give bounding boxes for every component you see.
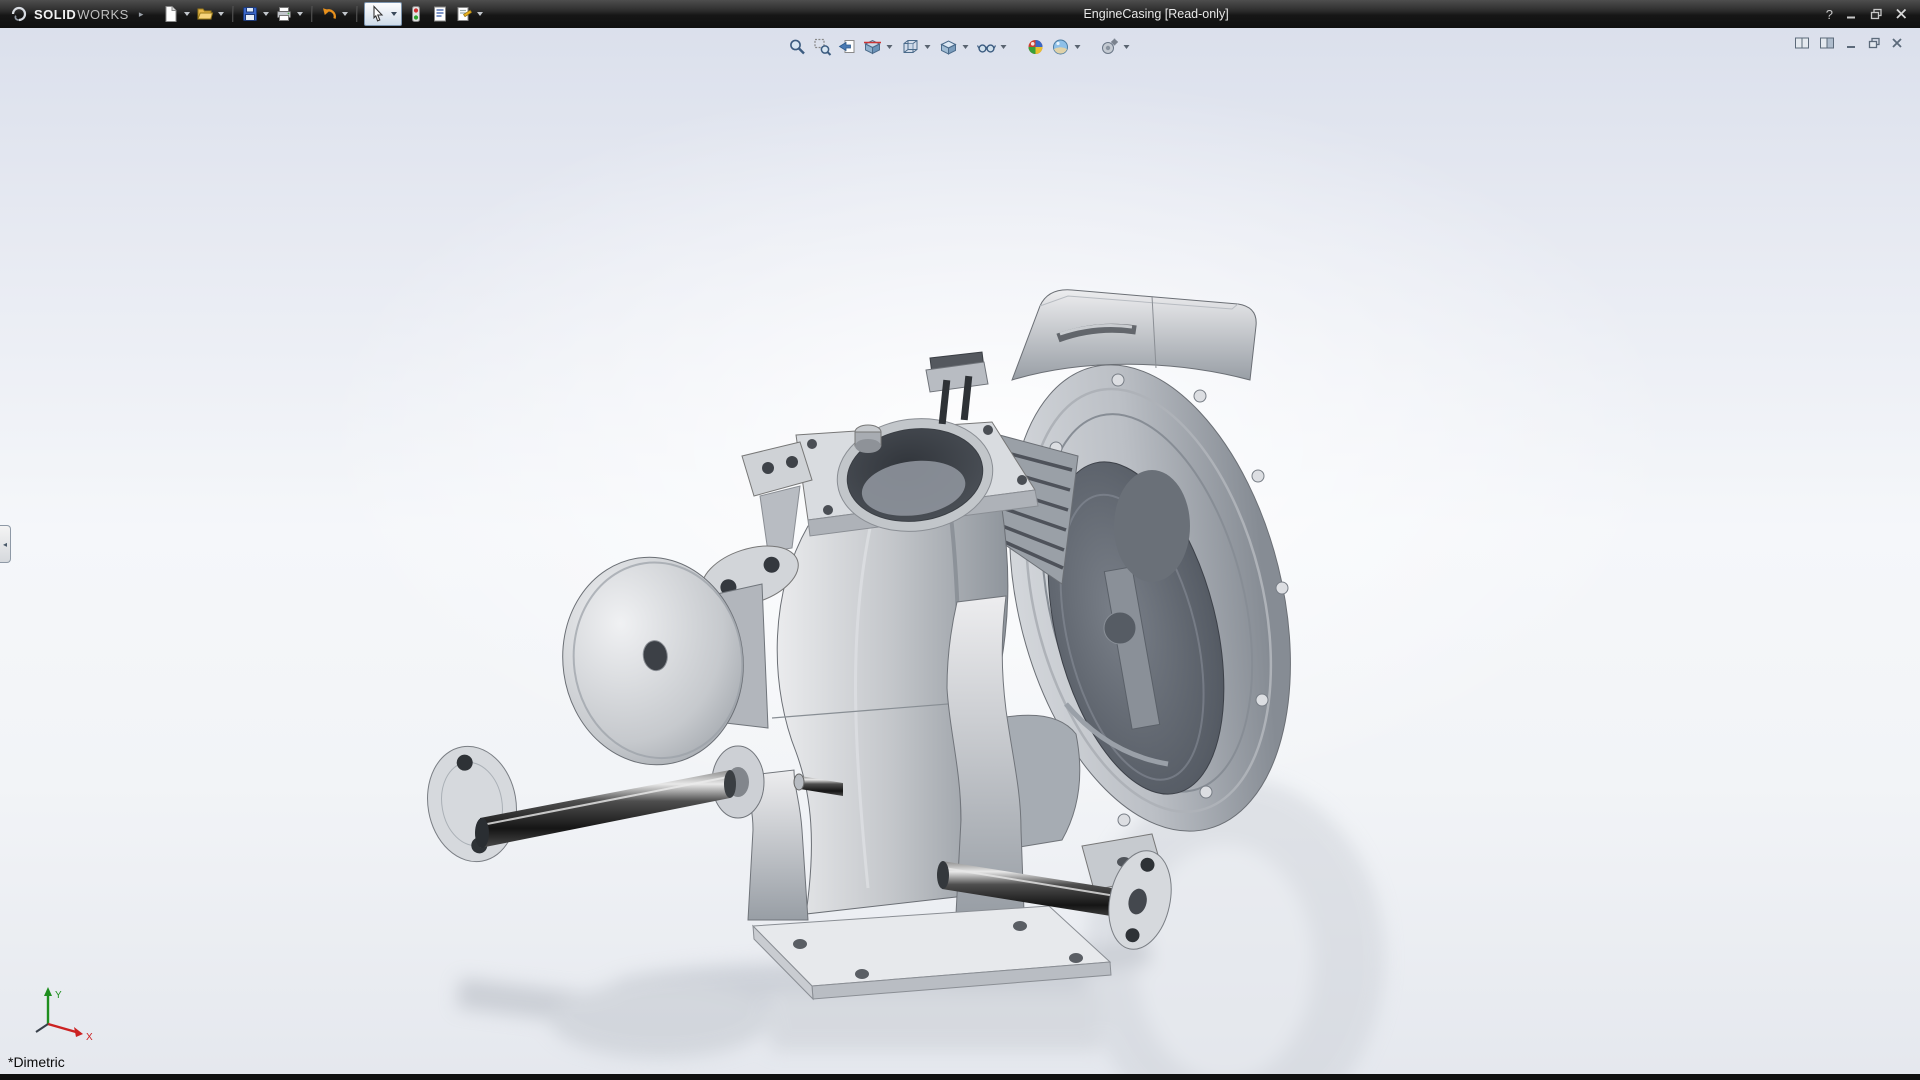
z-axis-stub xyxy=(35,1023,49,1033)
toolbar-separator xyxy=(311,6,313,22)
view-orientation-dropdown[interactable] xyxy=(924,45,931,49)
view-settings-dropdown[interactable] xyxy=(1123,45,1130,49)
hide-show-items-icon xyxy=(976,44,997,53)
save-button[interactable] xyxy=(238,3,262,25)
collapse-arrow-icon: ◂ xyxy=(2,539,7,549)
save-dropdown[interactable] xyxy=(263,12,270,16)
document-window-controls xyxy=(1794,36,1904,55)
open-dropdown[interactable] xyxy=(218,12,225,16)
rebuild-stoplight-icon xyxy=(412,6,421,22)
edit-appearance-button[interactable] xyxy=(1025,36,1047,58)
select-button[interactable] xyxy=(366,3,390,25)
solidworks-logo: SOLID WORKS ▸ xyxy=(0,5,143,23)
window-titlebar[interactable]: SOLID WORKS ▸ EngineCasing [Read-only] ? xyxy=(0,0,1920,28)
undo-dropdown[interactable] xyxy=(342,12,349,16)
y-axis-label: Y xyxy=(55,990,62,1001)
pane-split-icon xyxy=(1795,37,1809,49)
panel-collapse-tab[interactable]: ◂ xyxy=(0,525,11,563)
display-style-icon xyxy=(940,40,957,55)
display-style-button[interactable] xyxy=(938,36,960,58)
undo-icon xyxy=(323,8,337,19)
rebuild-button[interactable] xyxy=(404,3,428,25)
apply-scene-button[interactable] xyxy=(1050,36,1072,58)
restore-button[interactable] xyxy=(1870,8,1883,20)
toolbar-separator xyxy=(356,6,358,22)
previous-view-button[interactable] xyxy=(837,36,859,58)
view-orientation-label: *Dimetric xyxy=(8,1054,65,1070)
y-axis-arrow xyxy=(44,987,52,996)
model-3d-engine-casing[interactable] xyxy=(0,28,1920,1074)
zoom-to-fit-button[interactable] xyxy=(787,36,809,58)
previous-view-icon xyxy=(838,40,855,53)
select-cursor-icon xyxy=(373,5,384,22)
view-orientation-button[interactable] xyxy=(900,36,922,58)
pane-tabs-icon xyxy=(1820,37,1834,49)
undo-button[interactable] xyxy=(317,3,341,25)
options-button[interactable] xyxy=(452,3,476,25)
close-button[interactable] xyxy=(1895,8,1908,20)
3ds-logo-icon xyxy=(11,6,27,22)
hide-show-items-dropdown[interactable] xyxy=(1000,45,1007,49)
new-document-icon xyxy=(165,6,177,22)
save-icon xyxy=(243,7,258,21)
top-mount xyxy=(1011,289,1257,381)
doc-restore-icon xyxy=(1868,37,1880,49)
apply-scene-dropdown[interactable] xyxy=(1074,45,1081,49)
x-axis-label: X xyxy=(86,1032,93,1043)
active-tool-frame xyxy=(364,2,403,26)
zoom-to-area-icon xyxy=(814,38,832,56)
edit-appearance-icon xyxy=(1028,40,1043,54)
hide-show-items-button[interactable] xyxy=(976,36,998,58)
window-title: EngineCasing [Read-only] xyxy=(1083,7,1229,21)
section-view-icon xyxy=(864,39,881,55)
restore-icon xyxy=(1870,8,1882,20)
doc-minimize-button[interactable] xyxy=(1844,36,1858,55)
menu-expand-arrow-icon[interactable]: ▸ xyxy=(139,9,144,20)
help-button[interactable]: ? xyxy=(1826,7,1833,22)
file-properties-icon xyxy=(434,6,447,22)
display-style-dropdown[interactable] xyxy=(962,45,969,49)
doc-close-icon xyxy=(1892,38,1902,48)
graphics-area[interactable]: ◂ Y X *Dimetric xyxy=(0,28,1920,1074)
select-dropdown[interactable] xyxy=(391,12,398,16)
new-document-dropdown[interactable] xyxy=(184,12,191,16)
open-button[interactable] xyxy=(193,3,217,25)
open-folder-icon xyxy=(197,8,214,20)
left-shaft xyxy=(427,745,765,863)
new-document-button[interactable] xyxy=(159,3,183,25)
doc-close-button[interactable] xyxy=(1890,36,1904,55)
heads-up-view-toolbar xyxy=(787,36,1134,58)
zoom-to-fit-icon xyxy=(790,39,805,55)
file-properties-button[interactable] xyxy=(428,3,452,25)
x-axis-arrow xyxy=(74,1027,83,1037)
pane-split-button[interactable] xyxy=(1794,36,1810,55)
toolbar-separator xyxy=(232,6,234,22)
section-view-dropdown[interactable] xyxy=(886,45,893,49)
window-bottom-edge xyxy=(0,1074,1920,1080)
doc-minimize-icon xyxy=(1847,46,1855,48)
minimize-icon xyxy=(1847,16,1855,19)
pane-tabs-button[interactable] xyxy=(1819,36,1835,55)
print-button[interactable] xyxy=(272,3,296,25)
section-view-button[interactable] xyxy=(862,36,884,58)
options-icon xyxy=(457,7,473,21)
doc-restore-button[interactable] xyxy=(1867,36,1881,55)
options-dropdown[interactable] xyxy=(477,12,484,16)
reference-triad[interactable]: Y X xyxy=(18,984,104,1048)
window-controls: ? xyxy=(1826,7,1920,22)
print-icon xyxy=(277,7,292,21)
close-icon xyxy=(1896,8,1907,19)
quick-access-toolbar xyxy=(159,2,486,26)
minimize-button[interactable] xyxy=(1845,8,1858,20)
carb-bracket xyxy=(741,441,813,553)
apply-scene-icon xyxy=(1053,39,1068,55)
brand-text-works: WORKS xyxy=(77,6,129,22)
view-settings-icon xyxy=(1102,38,1118,54)
view-orientation-icon xyxy=(903,40,918,53)
view-settings-button[interactable] xyxy=(1099,36,1121,58)
zoom-to-area-button[interactable] xyxy=(812,36,834,58)
brand-text-solid: SOLID xyxy=(34,6,77,22)
print-dropdown[interactable] xyxy=(297,12,304,16)
